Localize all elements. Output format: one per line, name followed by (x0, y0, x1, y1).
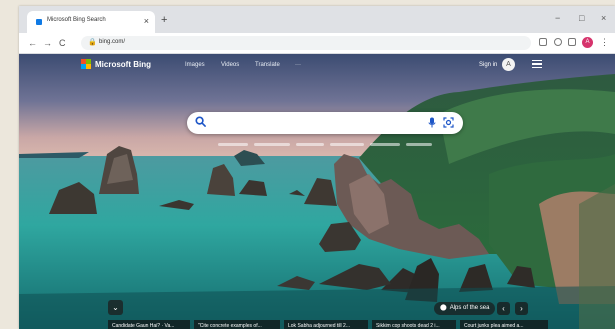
image-location-pill[interactable]: ⬤ Alps of the sea (434, 302, 496, 315)
news-card[interactable]: Sikkim cop shoots dead 2 i... (372, 320, 456, 329)
forward-button[interactable]: → (43, 37, 52, 49)
trending-item[interactable] (254, 143, 290, 146)
profile-avatar[interactable]: A (582, 37, 593, 48)
lock-icon: 🔒 (88, 39, 97, 46)
back-button[interactable]: ← (28, 37, 37, 49)
trending-item[interactable] (218, 143, 248, 146)
extension-icon[interactable] (539, 38, 547, 46)
bing-logo-text: Microsoft Bing (95, 59, 151, 69)
search-box[interactable] (187, 112, 463, 134)
trending-item[interactable] (406, 143, 432, 146)
news-card[interactable]: Lok Sabha adjourned till 2... (284, 320, 368, 329)
nav-link-more[interactable]: ··· (295, 62, 301, 68)
background-landscape-image (19, 54, 615, 329)
nav-link-images[interactable]: Images (185, 62, 205, 68)
news-card[interactable]: Court junks plea aimed a... (460, 320, 548, 329)
url-text: bing.com/ (99, 39, 126, 45)
news-feed-row: Candidate Gaun Hai? · Va... "Cite concre… (108, 320, 548, 329)
sign-in-link[interactable]: Sign in (479, 62, 497, 68)
bing-homepage: Microsoft Bing Images Videos Translate ·… (19, 54, 615, 329)
trending-searches-row (187, 141, 463, 149)
location-pin-icon: ⬤ (440, 305, 447, 311)
tab-strip: Microsoft Bing Search × + − □ × (19, 6, 615, 33)
close-tab-icon[interactable]: × (144, 15, 149, 27)
bing-favicon-icon (36, 19, 42, 25)
trending-item[interactable] (330, 143, 364, 146)
news-card[interactable]: "Cite concrete examples of... (194, 320, 280, 329)
bing-logo[interactable]: Microsoft Bing (81, 59, 151, 69)
bing-header: Microsoft Bing Images Videos Translate ·… (19, 54, 615, 78)
microphone-icon[interactable] (428, 117, 436, 128)
hamburger-menu-icon[interactable] (532, 60, 542, 68)
sidepanel-icon[interactable] (568, 38, 576, 46)
browser-window: Microsoft Bing Search × + − □ × ← → C 🔒 … (19, 6, 615, 329)
bookmark-icon[interactable] (554, 38, 562, 46)
tab-title: Microsoft Bing Search (47, 17, 106, 23)
next-image-button[interactable]: › (515, 302, 528, 315)
reload-button[interactable]: C (59, 37, 66, 49)
nav-link-translate[interactable]: Translate (255, 62, 280, 68)
previous-image-button[interactable]: ‹ (497, 302, 510, 315)
trending-item[interactable] (370, 143, 400, 146)
collapse-feed-button[interactable]: ⌄ (108, 300, 123, 315)
browser-toolbar: ← → C 🔒 bing.com/ A ⋮ (19, 33, 615, 54)
maximize-button[interactable]: □ (579, 12, 584, 24)
search-icon[interactable] (195, 116, 206, 127)
nav-link-videos[interactable]: Videos (221, 62, 239, 68)
tab-bing[interactable]: Microsoft Bing Search × (27, 11, 155, 33)
visual-search-icon[interactable] (443, 117, 454, 128)
new-tab-button[interactable]: + (161, 14, 167, 26)
minimize-button[interactable]: − (555, 12, 560, 24)
image-location-label: Alps of the sea (449, 305, 490, 311)
microsoft-logo-icon (81, 59, 91, 69)
news-card[interactable]: Candidate Gaun Hai? · Va... (108, 320, 190, 329)
close-window-button[interactable]: × (601, 12, 606, 24)
trending-item[interactable] (296, 143, 324, 146)
address-bar[interactable]: 🔒 bing.com/ (81, 36, 531, 50)
browser-menu-icon[interactable]: ⋮ (600, 36, 609, 48)
user-avatar[interactable]: A (502, 58, 515, 71)
